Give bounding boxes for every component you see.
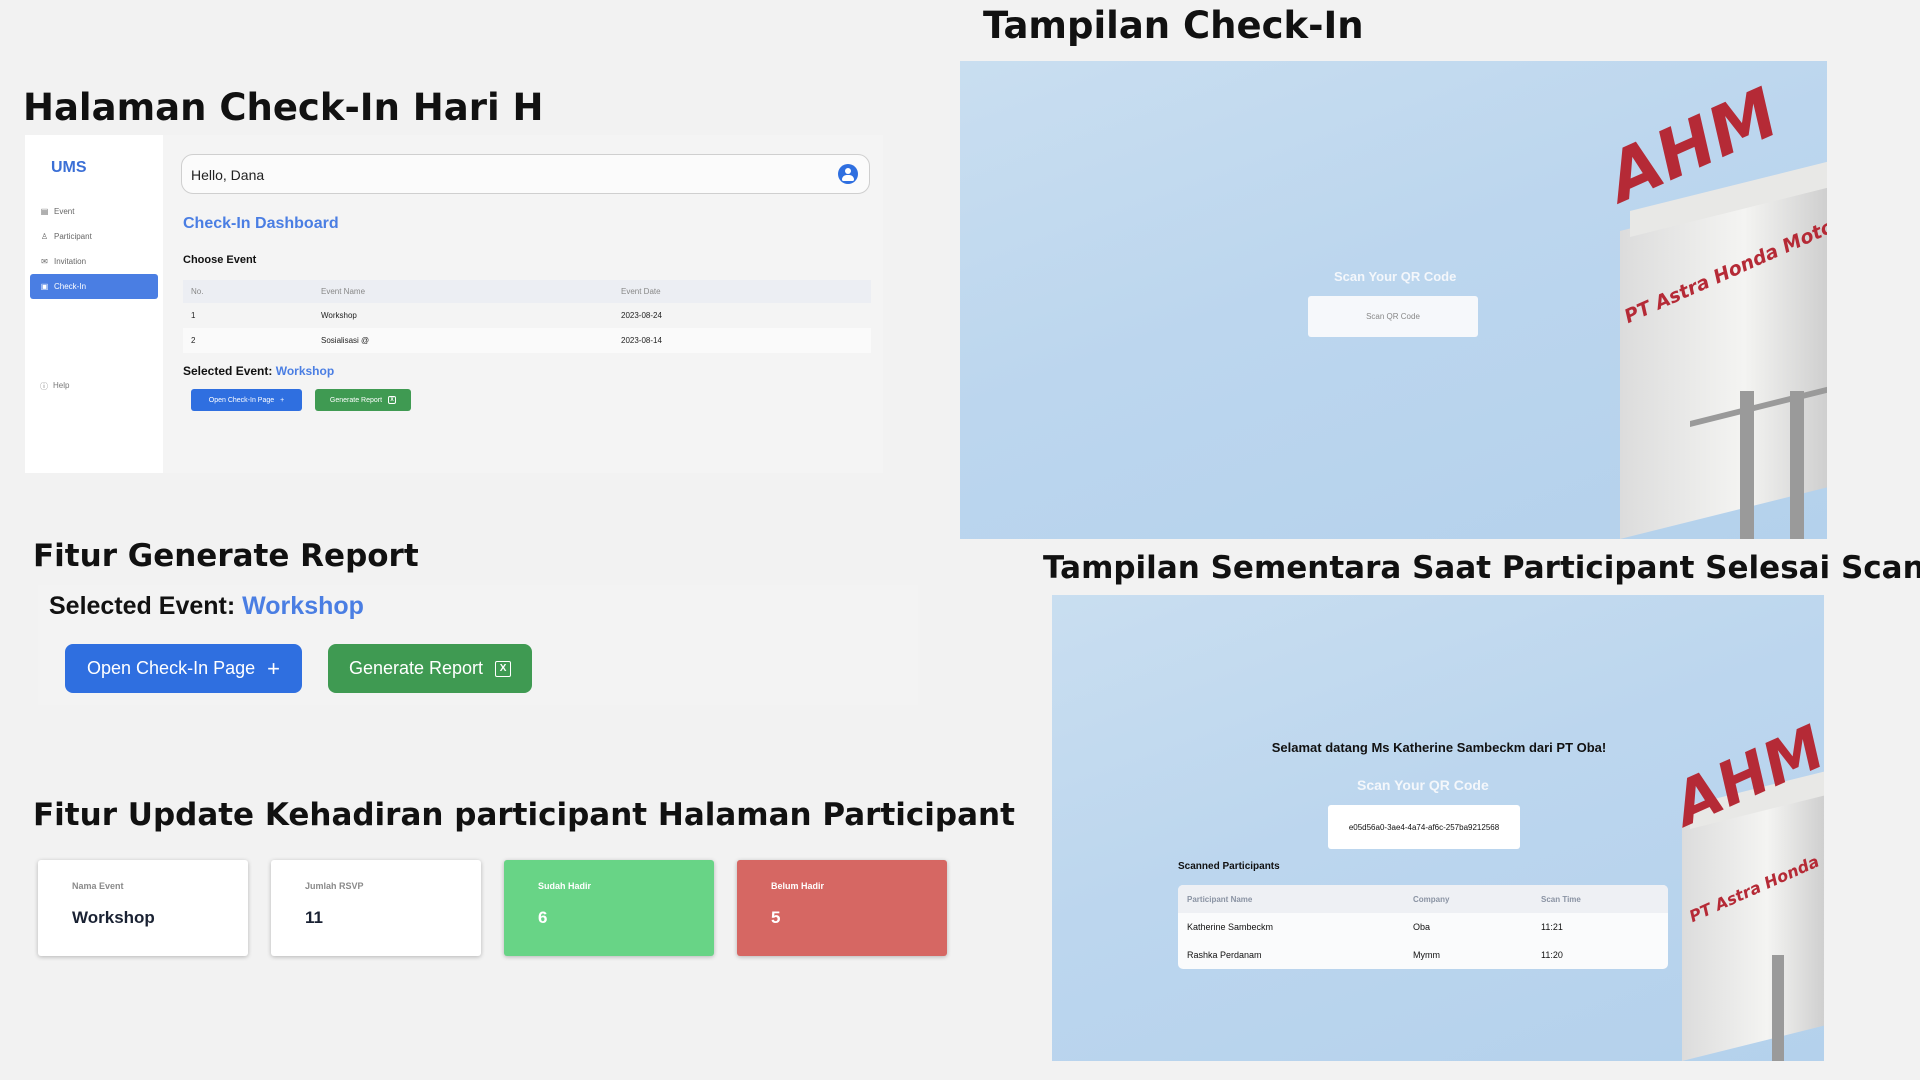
sidebar: UMS ▤ Event ♙ Participant ✉ Invitation ▣… (25, 135, 163, 473)
plus-icon: + (280, 396, 285, 404)
table-row: Katherine Sambeckm Oba 11:21 (1178, 913, 1668, 941)
column-header: Event Name (313, 280, 613, 303)
column-header: Scan Time (1541, 894, 1581, 904)
selected-event: Selected Event: Workshop (49, 592, 364, 621)
open-checkin-button[interactable]: Open Check-In Page + (65, 644, 302, 693)
selected-event-value: Workshop (275, 364, 335, 378)
stat-card-present: Sudah Hadir 6 (504, 860, 714, 956)
stat-card-rsvp: Jumlah RSVP 11 (271, 860, 481, 956)
generate-report-panel: Selected Event: Workshop Open Check-In P… (38, 585, 918, 705)
help-link[interactable]: ⓘ Help (40, 381, 69, 392)
generate-report-label: Generate Report (329, 396, 383, 404)
page-title: Check-In Dashboard (183, 215, 339, 232)
cell-participant-name: Katherine Sambeckm (1187, 922, 1274, 932)
cell-company: Oba (1413, 922, 1431, 932)
stat-card-event-name: Nama Event Workshop (38, 860, 248, 956)
cell-event-name: Sosialisasi @ (313, 328, 613, 353)
stat-label: Belum Hadir (771, 881, 825, 891)
plus-icon: + (267, 655, 280, 681)
scan-title: Scan Your QR Code (1334, 269, 1457, 284)
column-header: No. (183, 280, 313, 303)
cell-event-date: 2023-08-14 (613, 328, 871, 353)
stat-label: Jumlah RSVP (305, 881, 364, 891)
sidebar-item-checkin[interactable]: ▣ Check-In (30, 274, 158, 299)
scanned-participants-title: Scanned Participants (1178, 861, 1280, 872)
stat-value: Workshop (72, 908, 155, 927)
help-icon: ⓘ (40, 382, 48, 391)
column-header: Company (1413, 894, 1450, 904)
selected-event-label: Selected Event: (49, 592, 236, 620)
sidebar-item-label: Check-In (54, 282, 87, 291)
sidebar-item-event[interactable]: ▤ Event (30, 199, 158, 224)
checkin-dashboard: Hello, Dana Check-In Dashboard Choose Ev… (163, 135, 883, 473)
excel-icon: X (495, 660, 512, 677)
stat-label: Sudah Hadir (538, 881, 592, 891)
column-header: Participant Name (1187, 894, 1253, 904)
scan-result-screen: AHM PT Astra Honda Selamat datang Ms Kat… (1052, 595, 1824, 1061)
generate-report-button[interactable]: Generate Report X (328, 644, 532, 693)
excel-icon: X (388, 396, 397, 404)
sidebar-item-participant[interactable]: ♙ Participant (30, 224, 158, 249)
heading-generate-report: Fitur Generate Report (33, 538, 419, 574)
selected-event: Selected Event: Workshop (183, 364, 334, 378)
table-row[interactable]: 1 Workshop 2023-08-24 (183, 303, 871, 328)
building-image: AHM PT Astra Honda Motor (1596, 61, 1827, 539)
generate-report-button[interactable]: Generate Report X (315, 389, 411, 411)
event-table: No. Event Name Event Date 1 Workshop 202… (183, 280, 871, 353)
heading-checkin-page: Halaman Check-In Hari H (23, 86, 544, 129)
choose-event-label: Choose Event (183, 254, 257, 266)
user-icon[interactable] (838, 164, 858, 184)
sidebar-item-invitation[interactable]: ✉ Invitation (30, 249, 158, 274)
stat-value: 6 (538, 908, 548, 927)
calendar-icon: ▤ (40, 207, 49, 216)
cell-scan-time: 11:21 (1541, 922, 1563, 932)
selected-event-label: Selected Event: (183, 364, 273, 378)
building-image: AHM PT Astra Honda (1664, 595, 1824, 1061)
checkin-scan-screen: AHM PT Astra Honda Motor Scan Your QR Co… (960, 61, 1827, 539)
qr-input-value: e05d56a0-3ae4-4a74-af6c-257ba9212568 (1348, 822, 1500, 832)
sidebar-item-label: Participant (54, 232, 92, 241)
heading-checkin-display: Tampilan Check-In (983, 4, 1364, 47)
cell-company: Mymm (1413, 950, 1440, 960)
open-checkin-label: Open Check-In Page (208, 396, 275, 404)
scan-title: Scan Your QR Code (1357, 777, 1489, 793)
heading-temp-display: Tampilan Sementara Saat Participant Sele… (1043, 550, 1920, 586)
stat-card-absent: Belum Hadir 5 (737, 860, 947, 956)
qr-input-placeholder: Scan QR Code (1366, 312, 1420, 321)
mail-icon: ✉ (41, 257, 48, 266)
cell-scan-time: 11:20 (1541, 950, 1563, 960)
top-bar: Hello, Dana (181, 154, 870, 194)
person-icon: ♙ (40, 232, 49, 241)
cell-event-date: 2023-08-24 (621, 311, 662, 320)
sidebar-menu: ▤ Event ♙ Participant ✉ Invitation ▣ Che… (30, 199, 158, 299)
stat-value: 11 (305, 908, 323, 927)
open-checkin-label: Open Check-In Page (87, 658, 256, 678)
cell-no: 2 (183, 328, 313, 353)
app-logo: UMS (51, 159, 87, 176)
generate-report-label: Generate Report (348, 658, 484, 678)
cell-event-name: Workshop (321, 311, 357, 320)
welcome-message: Selamat datang Ms Katherine Sambeckm dar… (1271, 740, 1607, 755)
qr-input[interactable]: e05d56a0-3ae4-4a74-af6c-257ba9212568 (1328, 805, 1520, 849)
column-header: Event Date (613, 280, 871, 303)
stat-value: 5 (771, 908, 781, 927)
cell-participant-name: Rashka Perdanam (1187, 950, 1262, 960)
help-label: Help (53, 381, 70, 390)
cell-no: 1 (191, 311, 196, 320)
stat-label: Nama Event (72, 881, 124, 891)
heading-update-attendance: Fitur Update Kehadiran participant Halam… (33, 797, 1015, 833)
qr-input[interactable]: Scan QR Code (1308, 296, 1478, 337)
greeting: Hello, Dana (191, 167, 265, 183)
selected-event-value: Workshop (242, 592, 364, 620)
table-header-row: Participant Name Company Scan Time (1178, 885, 1668, 913)
open-checkin-button[interactable]: Open Check-In Page + (191, 389, 302, 411)
sidebar-item-label: Event (54, 207, 75, 216)
table-row[interactable]: 2 Sosialisasi @ 2023-08-14 (183, 328, 871, 353)
scanned-participants-table: Participant Name Company Scan Time Kathe… (1178, 885, 1668, 969)
calendar-check-icon: ▣ (40, 282, 49, 291)
table-row: Rashka Perdanam Mymm 11:20 (1178, 941, 1668, 969)
sidebar-item-label: Invitation (54, 257, 87, 266)
